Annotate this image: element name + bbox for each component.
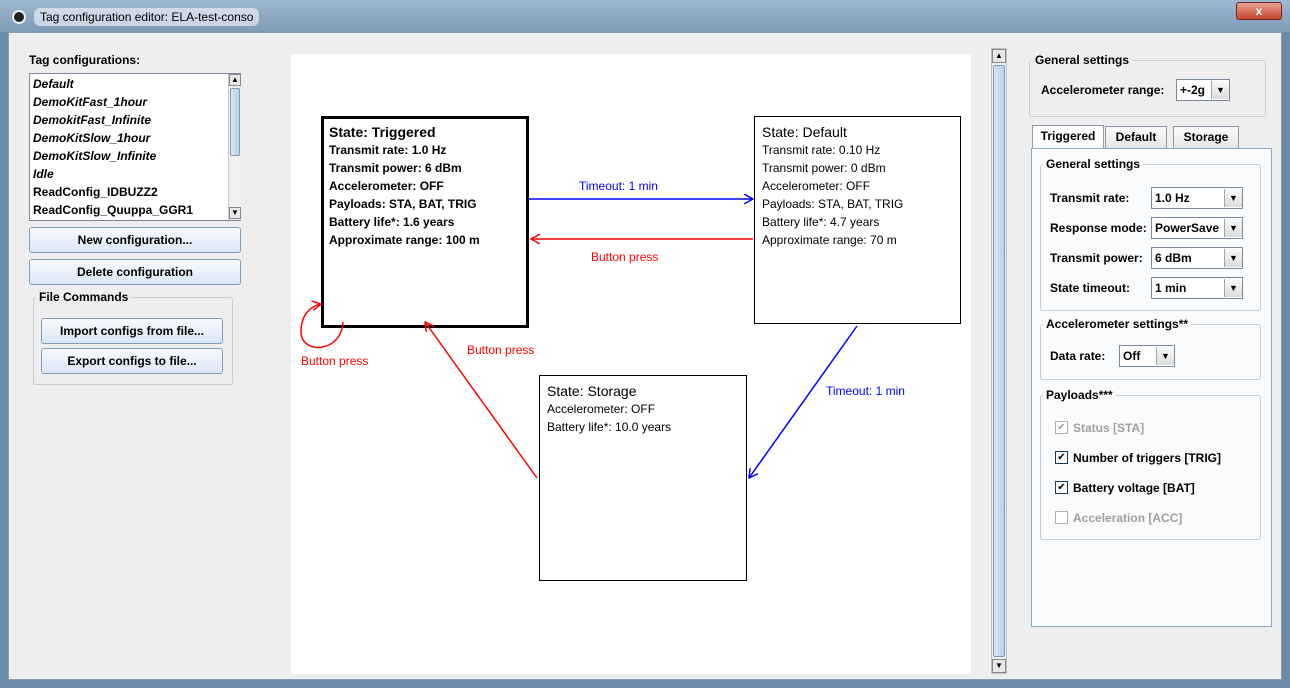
scroll-down-icon[interactable]: ▼: [992, 659, 1006, 673]
data-rate-select[interactable]: Off ▼: [1119, 345, 1175, 367]
tab-storage[interactable]: Storage: [1173, 126, 1239, 148]
chevron-down-icon[interactable]: ▼: [1224, 219, 1242, 237]
data-rate-value: Off: [1123, 349, 1141, 363]
arrow-timeout-to-storage: [749, 325, 858, 478]
config-list[interactable]: Default DemoKitFast_1hour DemokitFast_In…: [29, 73, 241, 221]
transmit-rate-value: 1.0 Hz: [1155, 191, 1190, 205]
state-general-settings-title: General settings: [1043, 157, 1144, 171]
accelerometer-settings-group: Accelerometer settings** Data rate: Off …: [1040, 317, 1261, 380]
transmit-power-label: Transmit power:: [1050, 251, 1143, 265]
app-icon: [12, 10, 26, 24]
accelerometer-range-label: Accelerometer range:: [1041, 83, 1165, 97]
response-mode-value: PowerSave: [1155, 221, 1220, 235]
state-timeout-select[interactable]: 1 min ▼: [1151, 277, 1243, 299]
payload-triggers-checkbox[interactable]: ✔ Number of triggers [TRIG]: [1055, 450, 1255, 466]
tab-default[interactable]: Default: [1105, 126, 1167, 148]
payload-acceleration-checkbox[interactable]: Acceleration [ACC]: [1055, 510, 1255, 526]
state-timeout-value: 1 min: [1155, 281, 1187, 295]
scroll-up-icon[interactable]: ▲: [992, 49, 1006, 63]
payload-status-checkbox[interactable]: ✔ Status [STA]: [1055, 420, 1255, 436]
arrow-self-button: [300, 304, 344, 348]
data-rate-label: Data rate:: [1050, 349, 1106, 363]
list-item[interactable]: ReadConfig_Quuppa_GGR1: [33, 201, 193, 219]
payload-battery-checkbox[interactable]: ✔ Battery voltage [BAT]: [1055, 480, 1255, 496]
response-mode-label: Response mode:: [1050, 221, 1147, 235]
window-title: Tag configuration editor: ELA-test-conso: [34, 8, 260, 26]
accelerometer-range-value: +-2g: [1180, 83, 1206, 97]
triggered-tab-panel: General settings Transmit rate: 1.0 Hz ▼…: [1031, 148, 1272, 627]
chevron-down-icon[interactable]: ▼: [1224, 189, 1242, 207]
chevron-down-icon[interactable]: ▼: [1224, 279, 1242, 297]
export-configs-button[interactable]: Export configs to file...: [41, 348, 223, 374]
general-settings-group: General settings Accelerometer range: +-…: [1029, 53, 1266, 117]
tab-triggered[interactable]: Triggered: [1032, 125, 1104, 149]
list-item[interactable]: DemokitFast_Infinite: [33, 111, 151, 129]
checkmark-icon[interactable]: ✔: [1055, 481, 1068, 494]
tag-configurations-heading: Tag configurations:: [29, 53, 141, 67]
accelerometer-range-select[interactable]: +-2g ▼: [1176, 79, 1230, 101]
chevron-down-icon[interactable]: ▼: [1156, 347, 1174, 365]
checkbox-empty-icon[interactable]: [1055, 511, 1068, 524]
new-configuration-button[interactable]: New configuration...: [29, 227, 241, 253]
chevron-down-icon[interactable]: ▼: [1224, 249, 1242, 267]
list-item[interactable]: Default: [33, 75, 74, 93]
canvas-scrollbar[interactable]: ▲ ▼: [991, 48, 1007, 674]
scroll-down-icon[interactable]: ▼: [229, 207, 241, 219]
file-commands-group: File Commands Import configs from file..…: [33, 290, 233, 385]
list-item[interactable]: Idle: [33, 165, 54, 183]
transmit-power-select[interactable]: 6 dBm ▼: [1151, 247, 1243, 269]
transmit-rate-label: Transmit rate:: [1050, 191, 1130, 205]
state-timeout-label: State timeout:: [1050, 281, 1131, 295]
title-bar: Tag configuration editor: ELA-test-conso…: [0, 0, 1290, 32]
checkmark-icon[interactable]: ✔: [1055, 451, 1068, 464]
window-client-area: Tag configurations: Default DemoKitFast_…: [8, 32, 1282, 680]
file-commands-title: File Commands: [36, 290, 132, 304]
checkmark-icon[interactable]: ✔: [1055, 421, 1068, 434]
general-settings-title: General settings: [1032, 53, 1133, 67]
list-item[interactable]: DemoKitSlow_1hour: [33, 129, 150, 147]
arrow-storage-to-triggered: [425, 322, 538, 479]
state-general-settings-group: General settings Transmit rate: 1.0 Hz ▼…: [1040, 157, 1261, 311]
list-item[interactable]: DemoKitSlow_Infinite: [33, 147, 156, 165]
transmit-rate-select[interactable]: 1.0 Hz ▼: [1151, 187, 1243, 209]
scroll-up-icon[interactable]: ▲: [229, 74, 241, 86]
close-button[interactable]: x: [1236, 2, 1282, 20]
list-item[interactable]: ReadConfig_IDBUZZ2: [33, 183, 158, 201]
scroll-thumb[interactable]: [993, 65, 1005, 657]
config-list-scrollbar[interactable]: ▲ ▼: [228, 74, 241, 220]
transmit-power-value: 6 dBm: [1155, 251, 1192, 265]
import-configs-button[interactable]: Import configs from file...: [41, 318, 223, 344]
payloads-group: Payloads*** ✔ Status [STA] ✔ Number of t…: [1040, 388, 1261, 540]
accelerometer-settings-title: Accelerometer settings**: [1043, 317, 1192, 331]
transition-arrows: [300, 54, 858, 674]
scroll-thumb[interactable]: [230, 88, 240, 156]
chevron-down-icon[interactable]: ▼: [1211, 81, 1229, 99]
payloads-title: Payloads***: [1043, 388, 1116, 402]
list-item[interactable]: DemoKitFast_1hour: [33, 93, 147, 111]
response-mode-select[interactable]: PowerSave ▼: [1151, 217, 1243, 239]
delete-configuration-button[interactable]: Delete configuration: [29, 259, 241, 285]
